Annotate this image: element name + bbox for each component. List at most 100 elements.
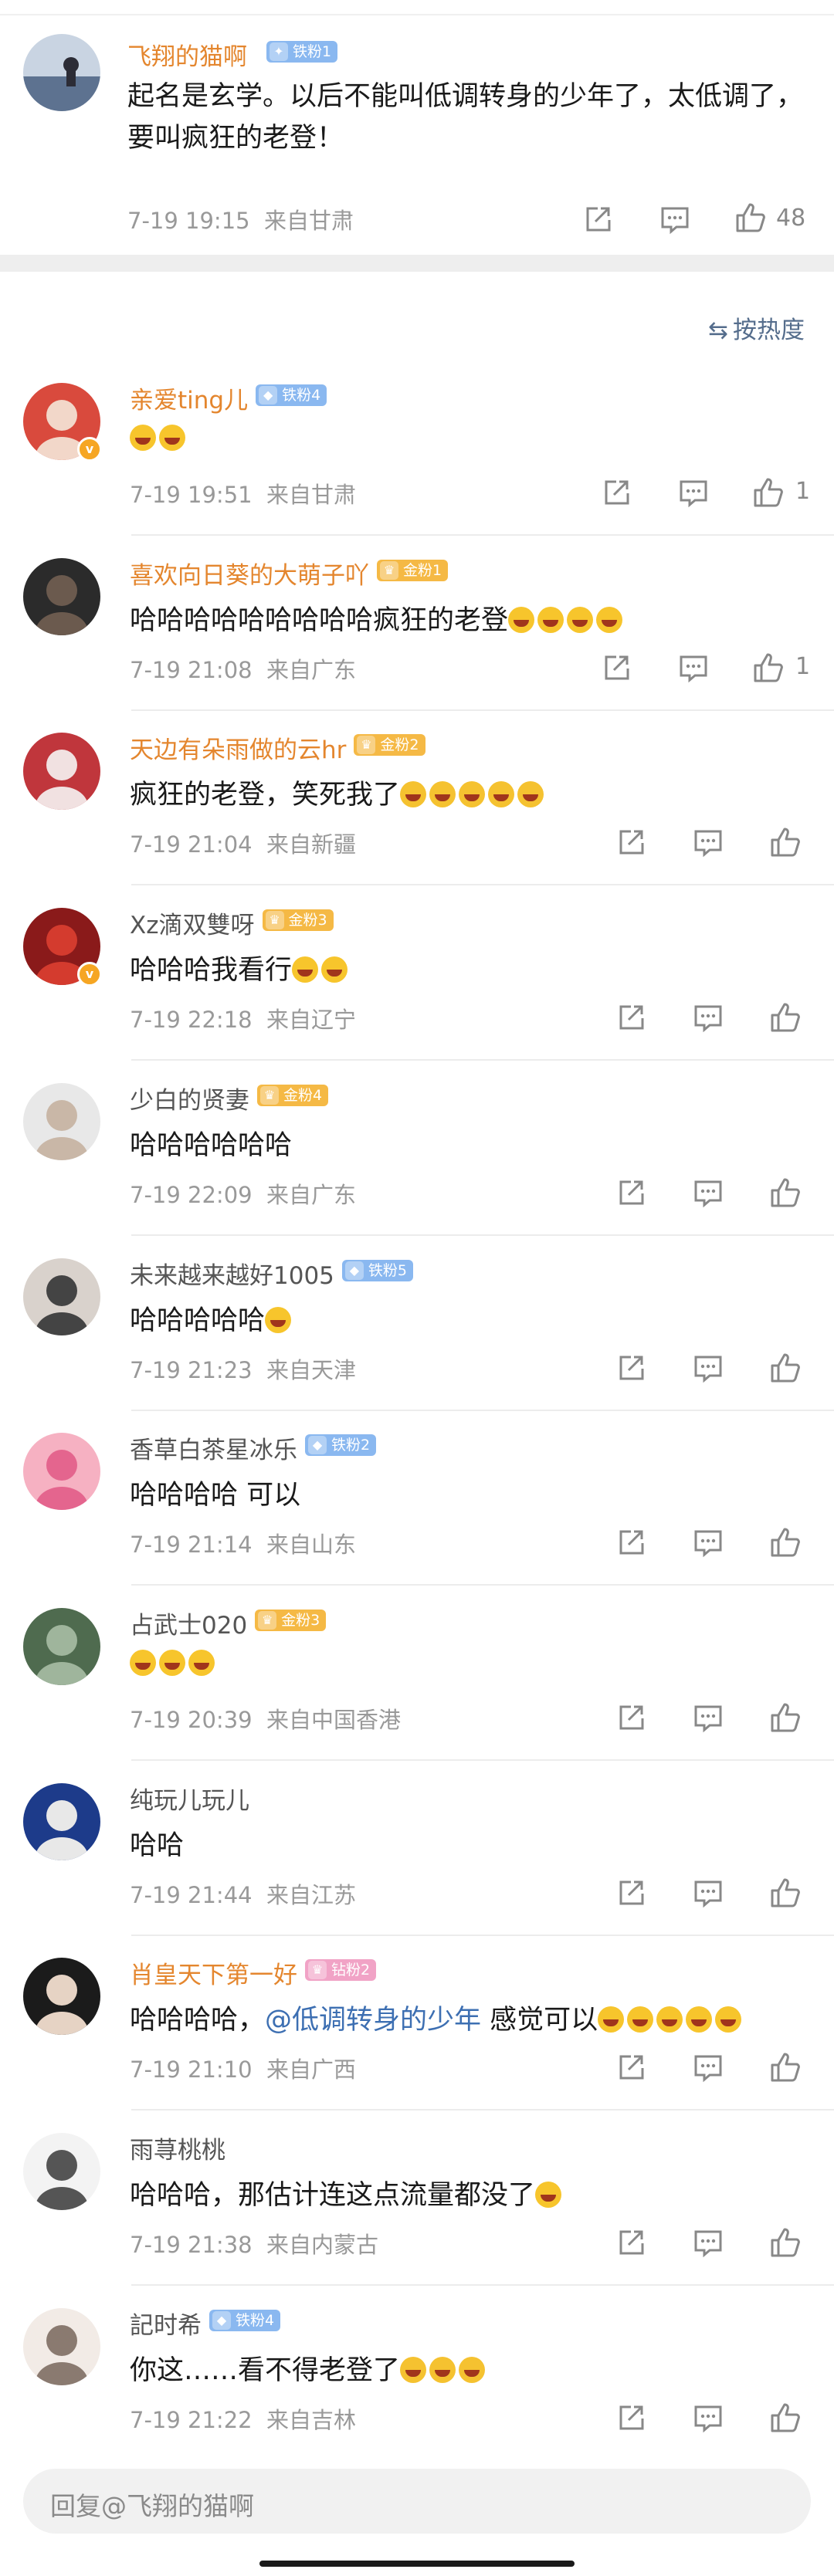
row-divider: [131, 884, 834, 885]
like-icon[interactable]: [768, 2050, 802, 2084]
comment-icon[interactable]: [691, 1351, 725, 1385]
like-count: 1: [795, 478, 811, 505]
sort-icon: ⇆: [708, 316, 728, 344]
comment-time: 7-19 21:08 来自广东: [130, 657, 357, 683]
comment-time: 7-19 21:14 来自山东: [130, 1532, 357, 1558]
section-separator: [0, 255, 834, 272]
fan-badge: ♛ 金粉4: [257, 1085, 329, 1106]
fan-badge-icon: ♛: [308, 1961, 327, 1979]
laugh-emoji-icon: [429, 781, 456, 807]
like-icon[interactable]: [768, 1000, 802, 1034]
like-icon[interactable]: [768, 2401, 802, 2435]
sort-by-hot[interactable]: ⇆ 按热度: [708, 310, 805, 345]
comment-icon[interactable]: [691, 1876, 725, 1910]
comment-time: 7-19 21:04 来自新疆: [130, 831, 357, 858]
laugh-emoji-icon: [656, 2006, 683, 2033]
author-name[interactable]: 雨荨桃桃: [130, 2131, 225, 2165]
share-icon[interactable]: [614, 825, 648, 859]
fan-badge-icon: ♛: [357, 736, 376, 754]
comment-text-part: 哈哈: [130, 1830, 185, 1861]
comment-icon[interactable]: [691, 2050, 725, 2084]
like-icon[interactable]: [768, 1351, 802, 1385]
row-divider: [131, 1059, 834, 1061]
comment-text: 疯狂的老登，笑死我了: [130, 773, 547, 812]
avatar[interactable]: [23, 1783, 100, 1860]
avatar[interactable]: [23, 558, 100, 635]
fan-badge-icon: ♛: [380, 561, 398, 580]
reply-input[interactable]: 回复@飞翔的猫啊: [23, 2469, 811, 2534]
row-divider: [131, 1584, 834, 1586]
like-icon[interactable]: [768, 825, 802, 859]
share-icon[interactable]: [614, 1000, 648, 1034]
avatar[interactable]: [23, 1083, 100, 1160]
share-icon[interactable]: [599, 476, 633, 509]
comment-text-part: 疯狂的老登，笑死我了: [130, 780, 401, 811]
share-icon[interactable]: [614, 1876, 648, 1910]
like-icon[interactable]: [734, 201, 768, 235]
share-icon[interactable]: [614, 2226, 648, 2260]
fan-badge-icon: ◆: [259, 386, 278, 405]
share-icon[interactable]: [581, 202, 615, 236]
share-icon[interactable]: [599, 651, 633, 685]
share-icon[interactable]: [614, 1701, 648, 1735]
author-name[interactable]: 天边有朵雨做的云hr: [130, 730, 346, 765]
author-name[interactable]: 肖皇天下第一好: [130, 1955, 297, 1990]
author-name[interactable]: 占武士020: [130, 1606, 247, 1640]
like-icon[interactable]: [768, 1176, 802, 1210]
author-name[interactable]: 飞翔的猫啊: [127, 37, 247, 72]
avatar[interactable]: [23, 2133, 100, 2210]
like-icon[interactable]: [751, 476, 785, 509]
comment-icon[interactable]: [676, 651, 710, 685]
comment-time: 7-19 21:23 来自天津: [130, 1357, 357, 1383]
share-icon[interactable]: [614, 1176, 648, 1210]
author-name[interactable]: 記时希: [130, 2306, 202, 2341]
author-name[interactable]: 喜欢向日葵的大萌子吖: [130, 556, 369, 591]
share-icon[interactable]: [614, 2401, 648, 2435]
like-icon[interactable]: [768, 1701, 802, 1735]
comment-icon[interactable]: [691, 1701, 725, 1735]
avatar[interactable]: [23, 1258, 100, 1335]
avatar[interactable]: [23, 1433, 100, 1510]
like-count: 1: [795, 653, 811, 680]
like-icon[interactable]: [768, 1525, 802, 1559]
laugh-emoji-icon: [292, 956, 319, 983]
share-icon[interactable]: [614, 1351, 648, 1385]
share-icon[interactable]: [614, 2050, 648, 2084]
like-icon[interactable]: [768, 2226, 802, 2260]
share-icon[interactable]: [614, 1525, 648, 1559]
comment-icon[interactable]: [676, 476, 710, 509]
comment-text-part: 哈哈哈哈哈哈哈哈哈疯狂的老登: [130, 605, 509, 636]
like-icon[interactable]: [768, 1876, 802, 1910]
comment-icon[interactable]: [691, 2226, 725, 2260]
author-name[interactable]: 纯玩儿玩儿: [130, 1781, 249, 1816]
author-name[interactable]: Xz滴双雙呀: [130, 905, 255, 940]
row-divider: [131, 1935, 834, 1936]
avatar[interactable]: [23, 1958, 100, 2035]
comment-icon[interactable]: [691, 2401, 725, 2435]
comment-time: 7-19 19:15 来自甘肃: [127, 208, 354, 234]
like-icon[interactable]: [751, 651, 785, 685]
avatar[interactable]: [23, 1608, 100, 1685]
comment-text: 哈哈哈，那估计连这点流量都没了: [130, 2173, 564, 2212]
fan-badge-icon: ♛: [265, 911, 284, 929]
comment-icon[interactable]: [691, 1525, 725, 1559]
author-name[interactable]: 香草白茶星冰乐: [130, 1430, 297, 1465]
laugh-emoji-icon: [429, 2357, 456, 2383]
laugh-emoji-icon: [130, 425, 156, 451]
avatar[interactable]: [23, 2308, 100, 2385]
comment-text: 哈哈哈我看行: [130, 948, 351, 987]
comment-text-part: 你这……看不得老登了: [130, 2355, 401, 2386]
comment-icon[interactable]: [691, 1176, 725, 1210]
home-indicator[interactable]: [259, 2561, 575, 2567]
avatar-original[interactable]: [23, 34, 100, 111]
mention-link[interactable]: @低调转身的少年: [265, 2005, 481, 2036]
author-name[interactable]: 亲爱ting儿: [130, 381, 248, 415]
laugh-emoji-icon: [159, 425, 185, 451]
comment-icon[interactable]: [691, 825, 725, 859]
avatar[interactable]: [23, 733, 100, 810]
comment-icon[interactable]: [691, 1000, 725, 1034]
author-name[interactable]: 未来越来越好1005: [130, 1256, 334, 1291]
comment-icon[interactable]: [658, 202, 692, 236]
comment-time: 7-19 21:10 来自广西: [130, 2056, 357, 2083]
author-name[interactable]: 少白的贤妻: [130, 1081, 249, 1115]
